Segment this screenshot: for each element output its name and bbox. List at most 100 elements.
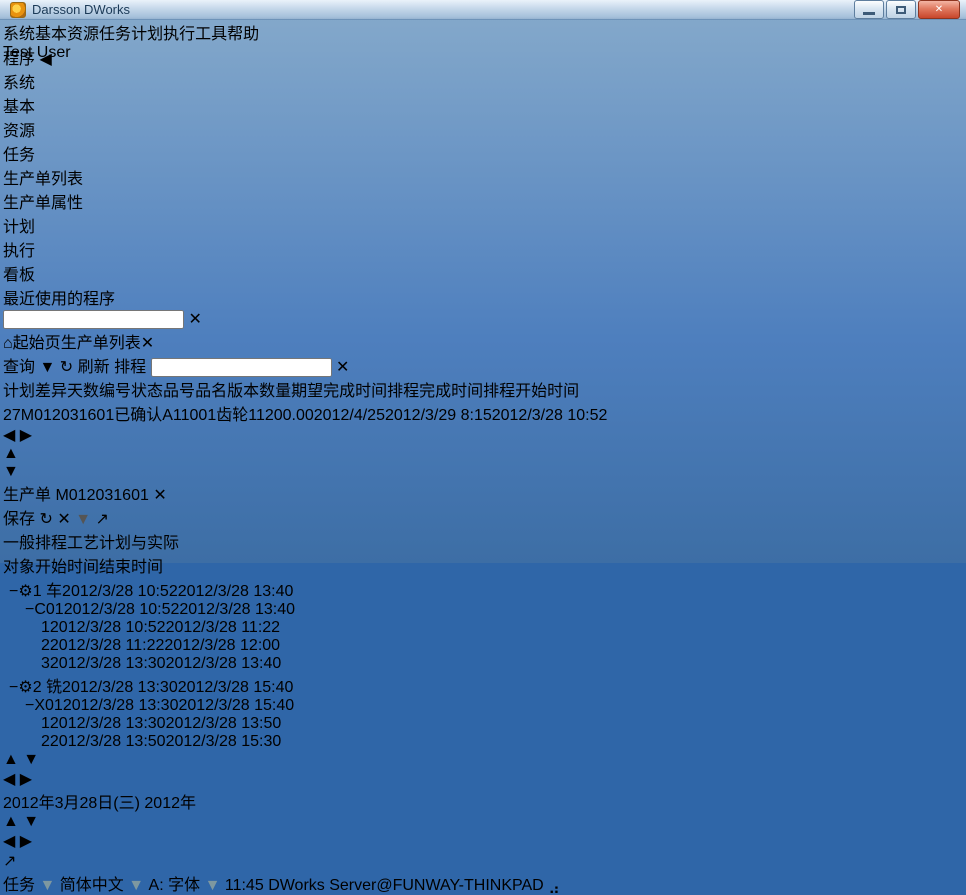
cell-计划差异天数[interactable]: 27 [3, 407, 21, 424]
column-header-品号[interactable]: 品号 [163, 383, 195, 400]
menu-item-系统[interactable]: 系统 [3, 20, 35, 44]
table-row[interactable]: 12012/3/28 13:302012/3/28 13:50 [3, 715, 959, 733]
expand-gantt-icon[interactable]: ↗ [3, 853, 16, 870]
tab-起始页[interactable]: ⌂起始页 [3, 329, 61, 353]
open-new-window-icon[interactable]: ↗ [95, 511, 108, 528]
sidebar-item-基本[interactable]: 基本 [3, 93, 959, 117]
menu-item-资源[interactable]: 资源 [67, 20, 99, 44]
save-button[interactable]: 保存 [3, 511, 39, 528]
scroll-right-icon[interactable]: ▶ [20, 427, 32, 444]
scroll-right-icon[interactable]: ▶ [20, 833, 32, 850]
status-task-menu[interactable]: 任务 ▼ [3, 877, 60, 894]
column-header-品名[interactable]: 品名 [195, 383, 227, 400]
menu-item-计划[interactable]: 计划 [131, 20, 163, 44]
column-header-期望完成时间[interactable]: 期望完成时间 [291, 383, 387, 400]
table-row[interactable]: 12012/3/28 10:522012/3/28 11:22 [3, 619, 959, 637]
column-header-数量[interactable]: 数量 [259, 383, 291, 400]
table-row[interactable]: −X012012/3/28 13:302012/3/28 15:40 [3, 697, 959, 715]
tree-collapse-icon[interactable]: − [25, 601, 34, 618]
menu-item-帮助[interactable]: 帮助 [227, 20, 259, 44]
minimize-button[interactable] [854, 0, 884, 19]
scroll-left-icon[interactable]: ◀ [3, 833, 15, 850]
query-button[interactable]: 查询 ▼ [3, 359, 60, 376]
column-header-排程开始时间[interactable]: 排程开始时间 [483, 383, 579, 400]
sidebar-item-看板[interactable]: 看板 [3, 261, 959, 285]
tab-生产单列表[interactable]: 生产单列表✕ [61, 329, 154, 353]
tree-collapse-icon[interactable]: − [9, 583, 18, 600]
table-row[interactable]: 22012/3/28 11:222012/3/28 12:00 [3, 637, 959, 655]
table-vscrollbar[interactable]: ▲ ▼ [3, 751, 959, 769]
cell-object[interactable]: 2 [3, 733, 50, 750]
table-row[interactable]: 22012/3/28 13:502012/3/28 15:30 [3, 733, 959, 751]
tab-一般[interactable]: 一般 [3, 535, 35, 552]
table-hscrollbar[interactable]: ◀ ▶ [3, 769, 959, 789]
table-row[interactable]: −⚙1 车2012/3/28 10:522012/3/28 13:40 [3, 577, 959, 601]
cell-品号[interactable]: A11001 [162, 407, 216, 424]
scroll-right-icon[interactable]: ▶ [20, 771, 32, 788]
sidebar-item-最近使用的程序[interactable]: 最近使用的程序 [3, 285, 959, 309]
tab-工艺[interactable]: 工艺 [67, 535, 99, 552]
table-row[interactable]: 32012/3/28 13:302012/3/28 13:40 [3, 655, 959, 673]
gantt-hscrollbar[interactable]: ◀ ▶ [3, 831, 959, 851]
status-font-menu[interactable]: A: 字体 ▼ [149, 877, 225, 894]
refresh-button[interactable]: ↻ 刷新 [60, 359, 114, 376]
table-row[interactable]: −C012012/3/28 10:522012/3/28 13:40 [3, 601, 959, 619]
cell-object[interactable]: 2 [3, 637, 50, 654]
cell-object[interactable]: 3 [3, 655, 50, 672]
scroll-up-icon[interactable]: ▲ [3, 751, 19, 768]
scroll-up-icon[interactable]: ▲ [3, 445, 19, 462]
scroll-down-icon[interactable]: ▼ [23, 751, 39, 768]
tree-collapse-icon[interactable]: − [25, 697, 34, 714]
sidebar-item-生产单属性[interactable]: 生产单属性 [3, 189, 959, 213]
validate-button[interactable]: ✕ ▼ [57, 511, 95, 528]
cell-排程完成时间[interactable]: 2012/3/29 8:15 [385, 407, 492, 424]
cell-object[interactable]: −X01 [3, 697, 63, 714]
cell-编号[interactable]: M012031601 [21, 407, 114, 424]
column-header-编号[interactable]: 编号 [99, 383, 131, 400]
grid-hscrollbar[interactable]: ◀ ▶ [3, 425, 959, 445]
column-header-对象[interactable]: 对象 [3, 559, 35, 576]
cell-object[interactable]: −⚙2 铣 [3, 679, 62, 696]
sidebar-item-任务[interactable]: 任务 [3, 141, 959, 165]
scroll-up-icon[interactable]: ▲ [3, 813, 19, 830]
cell-品名[interactable]: 齿轮1 [216, 407, 256, 424]
sidebar-item-系统[interactable]: 系统 [3, 69, 959, 93]
sidebar-search-clear-icon[interactable]: ✕ [188, 311, 201, 328]
tab-排程[interactable]: 排程 [35, 535, 67, 552]
sidebar-item-执行[interactable]: 执行 [3, 237, 959, 261]
detail-refresh-button[interactable]: ↻ [39, 511, 52, 528]
cell-版本[interactable]: 1 [257, 407, 265, 424]
sidebar-collapse-button[interactable]: ◀ [39, 51, 51, 68]
filter-input[interactable] [151, 358, 332, 377]
cell-object[interactable]: −⚙1 车 [3, 583, 62, 600]
maximize-button[interactable] [886, 0, 916, 19]
table-row[interactable]: −⚙2 铣2012/3/28 13:302012/3/28 15:40 [3, 673, 959, 697]
sidebar-search-input[interactable] [3, 310, 184, 329]
close-icon[interactable]: ✕ [153, 487, 166, 504]
menu-item-工具[interactable]: 工具 [195, 20, 227, 44]
scroll-left-icon[interactable]: ◀ [3, 771, 15, 788]
cell-数量[interactable]: 200.00 [265, 407, 314, 424]
column-header-结束时间[interactable]: 结束时间 [99, 559, 163, 576]
cell-object[interactable]: 1 [3, 715, 50, 732]
gantt-vscrollbar[interactable]: ▲ ▼ [3, 813, 959, 831]
tree-collapse-icon[interactable]: − [9, 679, 18, 696]
table-row[interactable]: 27M012031601已确认A11001齿轮11200.002012/4/25… [3, 401, 959, 425]
title-bar[interactable]: Darsson DWorks ✕ [0, 0, 966, 20]
tab-计划与实际[interactable]: 计划与实际 [99, 535, 179, 552]
cell-状态[interactable]: 已确认 [114, 407, 162, 424]
column-header-排程完成时间[interactable]: 排程完成时间 [387, 383, 483, 400]
status-language-menu[interactable]: 简体中文 ▼ [60, 877, 149, 894]
sidebar-item-计划[interactable]: 计划 [3, 213, 959, 237]
cell-期望完成时间[interactable]: 2012/4/25 [314, 407, 385, 424]
close-button[interactable]: ✕ [918, 0, 960, 19]
cell-object[interactable]: 1 [3, 619, 50, 636]
menu-item-任务[interactable]: 任务 [99, 20, 131, 44]
resize-grip-icon[interactable]: ⣠ [548, 877, 560, 894]
scroll-left-icon[interactable]: ◀ [3, 427, 15, 444]
column-header-状态[interactable]: 状态 [131, 383, 163, 400]
filter-clear-icon[interactable]: ✕ [336, 359, 349, 376]
cell-object[interactable]: −C01 [3, 601, 64, 618]
column-header-开始时间[interactable]: 开始时间 [35, 559, 99, 576]
cell-排程开始时间[interactable]: 2012/3/28 10:52 [492, 407, 608, 424]
